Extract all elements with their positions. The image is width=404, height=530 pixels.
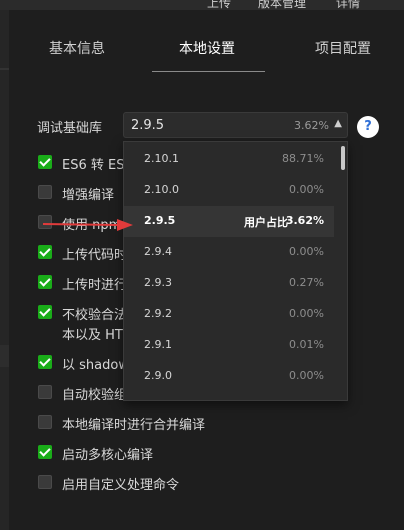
version-usage: 0.01%: [289, 338, 324, 351]
version-option[interactable]: 2.9.0 0.00%: [124, 361, 334, 392]
version-number: 2.10.1: [144, 152, 179, 165]
tab-project-config[interactable]: 项目配置: [315, 38, 371, 58]
version-usage: 0.00%: [289, 183, 324, 196]
checkbox[interactable]: [38, 385, 52, 399]
tab-local-settings[interactable]: 本地设置: [179, 38, 235, 58]
version-option[interactable]: 2.10.1 88.71%: [124, 144, 334, 175]
version-number: 2.9.1: [144, 338, 172, 351]
checkbox[interactable]: [38, 415, 52, 429]
version-number: 2.9.0: [144, 369, 172, 382]
version-usage: 88.71%: [282, 152, 324, 165]
version-option-selected[interactable]: 2.9.5 用户占比 3.62%: [124, 206, 334, 237]
usage-share-label: 用户占比: [244, 216, 288, 229]
checkbox[interactable]: [38, 275, 52, 289]
option-label: 上传时进行: [62, 278, 128, 293]
active-tab-indicator: [152, 71, 265, 72]
debug-lib-label: 调试基础库: [37, 121, 103, 136]
version-option[interactable]: 2.9.4 0.00%: [124, 237, 334, 268]
left-strip-highlight: [0, 345, 9, 367]
version-dropdown[interactable]: 2.10.1 88.71% 2.10.0 0.00% 2.9.5 用户占比 3.…: [123, 141, 348, 401]
left-strip: [0, 10, 9, 530]
debug-lib-value: 2.9.5: [131, 118, 165, 133]
version-number: 2.9.3: [144, 276, 172, 289]
left-strip-divider: [0, 68, 9, 70]
tab-basic-info[interactable]: 基本信息: [49, 38, 105, 58]
debug-lib-usage: 3.62%: [294, 119, 329, 132]
checkbox[interactable]: [38, 185, 52, 199]
version-option[interactable]: 2.9.3 0.27%: [124, 268, 334, 299]
option-label-line2: 本以及 HT: [62, 328, 123, 343]
version-usage: 0.00%: [289, 369, 324, 382]
version-usage: 0.00%: [289, 307, 324, 320]
version-usage: 0.00%: [289, 245, 324, 258]
version-option[interactable]: 2.9.1 0.01%: [124, 330, 334, 361]
chevron-up-icon: ▲: [334, 118, 342, 129]
option-label: 自动校验组: [62, 388, 128, 403]
option-label: 启动多核心编译: [62, 448, 154, 463]
settings-tabs: 基本信息 本地设置 项目配置: [9, 38, 404, 58]
checkbox[interactable]: [38, 245, 52, 259]
version-usage: 3.62%: [285, 214, 324, 227]
version-number: 2.9.4: [144, 245, 172, 258]
version-option[interactable]: 2.9.2 0.00%: [124, 299, 334, 330]
version-number: 2.9.2: [144, 307, 172, 320]
settings-panel: 基本信息 本地设置 项目配置 调试基础库 2.9.5 3.62% ▲ ? ES6…: [9, 10, 404, 530]
option-label: 不校验合法: [62, 308, 128, 323]
dropdown-scrollbar[interactable]: [341, 146, 345, 170]
option-label: 增强编译: [62, 188, 115, 203]
top-toolbar: 上传 版本管理 详情: [0, 0, 404, 10]
checkbox[interactable]: [38, 305, 52, 319]
red-arrow-icon: [43, 219, 133, 231]
checkbox[interactable]: [38, 155, 52, 169]
option-label: 本地编译时进行合并编译: [62, 418, 206, 433]
checkbox[interactable]: [38, 475, 52, 489]
option-label: 启用自定义处理命令: [62, 478, 180, 493]
checkbox[interactable]: [38, 445, 52, 459]
version-usage: 0.27%: [289, 276, 324, 289]
debug-lib-select[interactable]: 2.9.5 3.62% ▲: [123, 112, 348, 138]
version-option[interactable]: 2.10.0 0.00%: [124, 175, 334, 206]
version-number: 2.9.5: [144, 214, 176, 227]
checkbox[interactable]: [38, 355, 52, 369]
version-management-button[interactable]: 版本管理: [258, 0, 306, 10]
upload-button[interactable]: 上传: [207, 0, 231, 10]
option-label: 上传代码时: [62, 248, 128, 263]
details-button[interactable]: 详情: [336, 0, 360, 10]
option-label: 以 shadow: [62, 358, 129, 373]
version-number: 2.10.0: [144, 183, 179, 196]
help-icon[interactable]: ?: [357, 116, 379, 138]
